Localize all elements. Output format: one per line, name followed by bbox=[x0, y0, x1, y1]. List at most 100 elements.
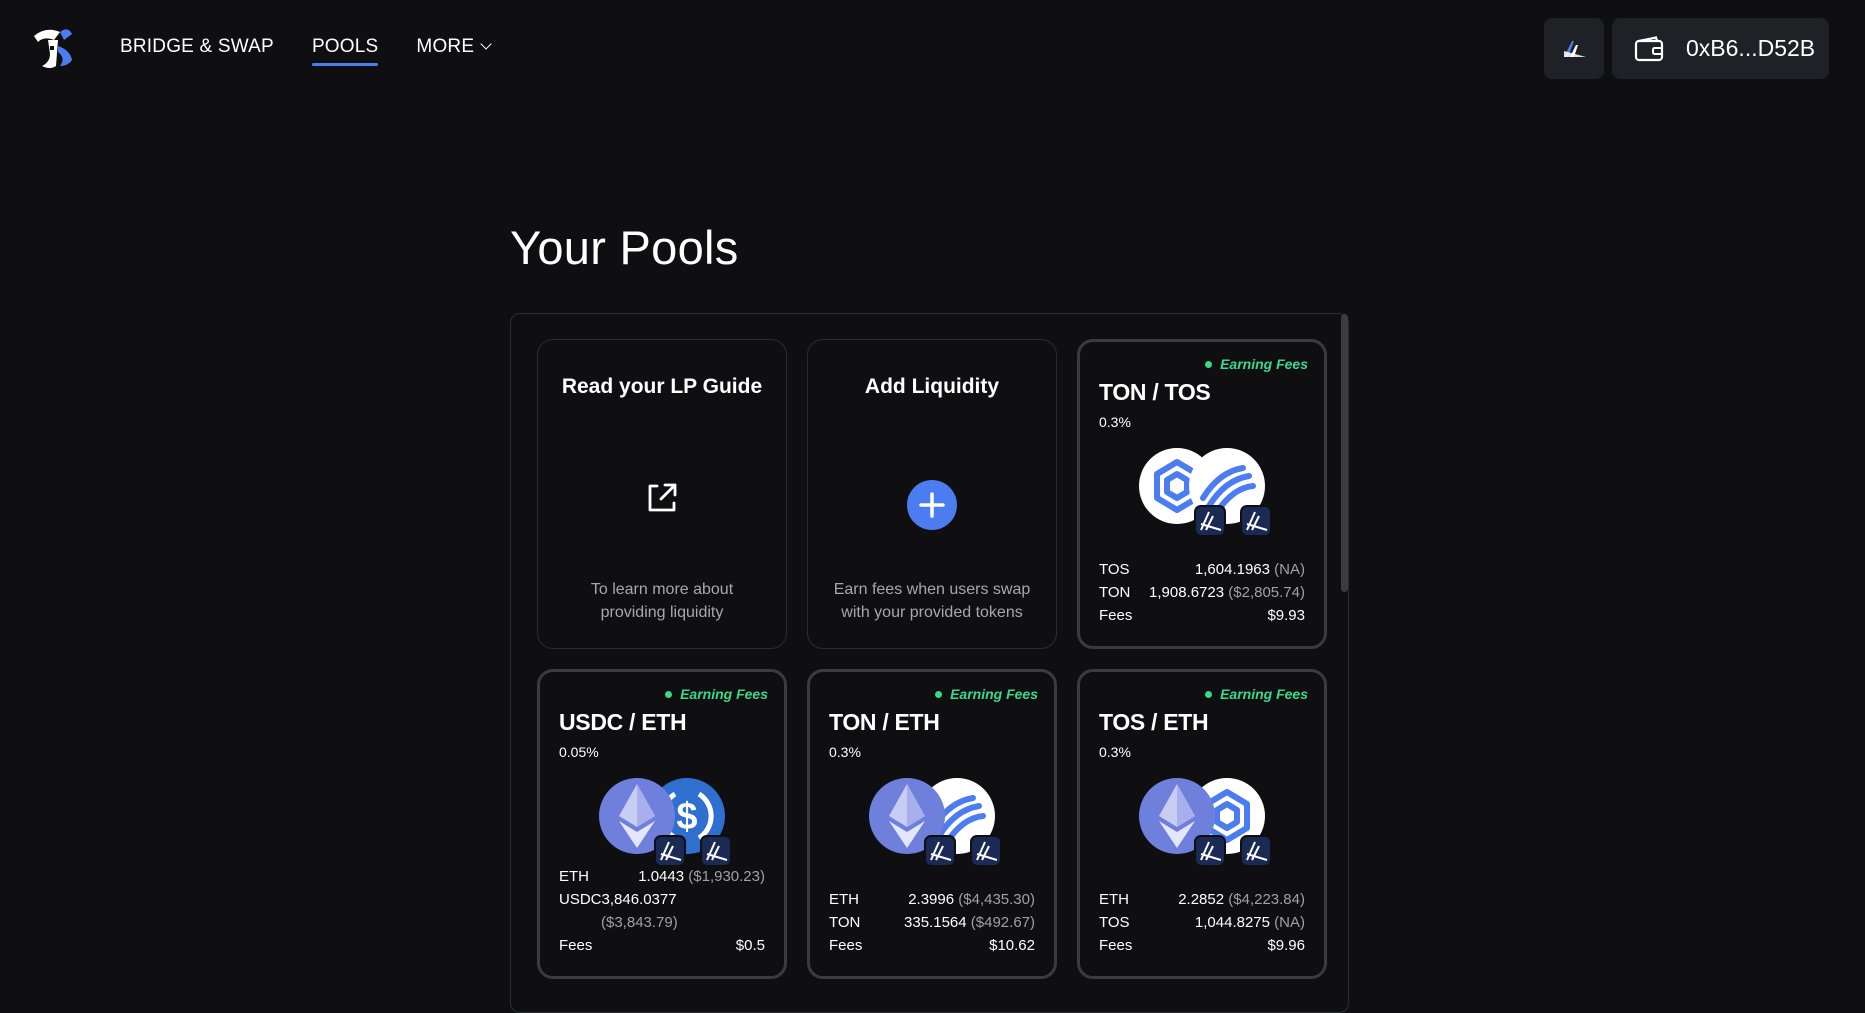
pool-fees-row: Fees $0.5 bbox=[559, 934, 765, 957]
token-usd-value: ($3,843.79) bbox=[601, 914, 678, 931]
wallet-icon bbox=[1634, 35, 1664, 61]
pool-token-row: TON 1,908.6723 ($2,805.74) bbox=[1099, 581, 1305, 604]
earning-fees-label: Earning Fees bbox=[1220, 686, 1308, 702]
pool-fee-tier: 0.05% bbox=[559, 744, 599, 760]
pool-card-ton-eth[interactable]: Earning Fees TON / ETH 0.3% ETH 2.3996 ($… bbox=[807, 669, 1057, 979]
wallet-address: 0xB6...D52B bbox=[1686, 35, 1816, 61]
token-usd-value: (NA) bbox=[1274, 561, 1305, 578]
pool-token-row: ETH 2.2852 ($4,223.84) bbox=[1099, 888, 1305, 911]
fees-label: Fees bbox=[1099, 937, 1133, 954]
nav-pools[interactable]: POOLS bbox=[311, 36, 379, 66]
wallet-button[interactable]: 0xB6...D52B bbox=[1612, 18, 1829, 79]
token-amount: 2.3996 bbox=[908, 891, 955, 908]
status-dot-icon bbox=[1205, 690, 1213, 698]
status-dot-icon bbox=[665, 690, 673, 698]
main-nav: BRIDGE & SWAP POOLS MORE bbox=[120, 36, 528, 66]
token-usd-value: ($2,805.74) bbox=[1228, 584, 1305, 601]
network-button[interactable] bbox=[1544, 18, 1604, 79]
pool-token-row: USDC 3,846.0377 bbox=[559, 888, 765, 911]
lp-guide-title: Read your LP Guide bbox=[561, 375, 763, 398]
pool-pair: USDC / ETH bbox=[559, 709, 687, 735]
pool-card-tos-eth[interactable]: Earning Fees TOS / ETH 0.3% ETH 2.2852 ($… bbox=[1077, 669, 1327, 979]
pool-token-row: TOS 1,044.8275 (NA) bbox=[1099, 911, 1305, 934]
pool-card-usdc-eth[interactable]: Earning Fees USDC / ETH 0.05% $ ETH 1.044… bbox=[537, 669, 787, 979]
lp-guide-desc: To learn more about providing liquidity bbox=[590, 581, 734, 621]
token-amount: 1,044.8275 bbox=[1194, 914, 1270, 931]
token-amount: 3,846.0377 bbox=[601, 891, 677, 908]
nav-more-label: MORE bbox=[416, 36, 475, 57]
earning-fees-label: Earning Fees bbox=[1220, 356, 1308, 372]
token-symbol: ETH bbox=[829, 891, 859, 908]
fees-label: Fees bbox=[559, 937, 593, 954]
pool-fees-row: Fees $9.96 bbox=[1099, 934, 1305, 957]
token-amount: 1,908.6723 bbox=[1149, 584, 1225, 601]
fees-label: Fees bbox=[829, 937, 863, 954]
status-dot-icon bbox=[935, 690, 943, 698]
tokamak-logo-icon[interactable] bbox=[28, 22, 78, 72]
network-icon bbox=[1564, 40, 1586, 57]
pool-token-row: ETH 1.0443 ($1,930.23) bbox=[559, 865, 765, 888]
network-badge-icon bbox=[1194, 505, 1226, 537]
pool-fees-row: Fees $10.62 bbox=[829, 934, 1035, 957]
pool-fees-row: Fees $9.93 bbox=[1099, 604, 1305, 627]
token-symbol: TON bbox=[1099, 584, 1131, 601]
add-liquidity-title: Add Liquidity bbox=[864, 375, 1000, 398]
pool-pair: TOS / ETH bbox=[1099, 709, 1209, 735]
fees-value: $9.96 bbox=[1267, 937, 1305, 954]
network-badge-icon bbox=[1194, 835, 1226, 867]
network-badge-icon bbox=[654, 835, 686, 867]
page-title: Your Pools bbox=[510, 221, 739, 274]
earning-fees-label: Earning Fees bbox=[950, 686, 1038, 702]
external-link-icon bbox=[648, 483, 677, 512]
pool-token-logos bbox=[1139, 448, 1272, 537]
token-symbol: TOS bbox=[1099, 914, 1130, 931]
add-liquidity-desc: Earn fees when users swap with your prov… bbox=[833, 581, 1031, 621]
token-symbol: ETH bbox=[559, 868, 589, 885]
pool-fee-tier: 0.3% bbox=[1099, 744, 1131, 760]
pool-token-logos: $ bbox=[599, 778, 732, 867]
earning-fees-label: Earning Fees bbox=[680, 686, 768, 702]
nav-bridge-swap[interactable]: BRIDGE & SWAP bbox=[120, 36, 274, 58]
fees-value: $0.5 bbox=[735, 937, 765, 954]
earning-fees-badge: Earning Fees bbox=[1205, 686, 1308, 702]
add-liquidity-card[interactable]: Add Liquidity Earn fees when users swap … bbox=[807, 339, 1057, 649]
lp-guide-card[interactable]: Read your LP Guide To learn more about p… bbox=[537, 339, 787, 649]
earning-fees-badge: Earning Fees bbox=[665, 686, 768, 702]
earning-fees-badge: Earning Fees bbox=[1205, 356, 1308, 372]
pool-card-ton-tos[interactable]: Earning Fees TON / TOS 0.3% TOS 1,604.196… bbox=[1077, 339, 1327, 649]
token-amount: 2.2852 bbox=[1178, 891, 1225, 908]
svg-text:$: $ bbox=[676, 796, 697, 838]
pool-pair: TON / ETH bbox=[829, 709, 940, 735]
token-symbol: TOS bbox=[1099, 561, 1130, 578]
fees-value: $9.93 bbox=[1267, 607, 1305, 624]
network-badge-icon bbox=[1240, 835, 1272, 867]
chevron-down-icon bbox=[480, 38, 492, 50]
nav-more[interactable]: MORE bbox=[416, 36, 492, 58]
plus-icon[interactable] bbox=[907, 480, 957, 530]
token-symbol: ETH bbox=[1099, 891, 1129, 908]
token-symbol: USDC bbox=[559, 891, 602, 908]
panel-scrollbar[interactable] bbox=[1341, 314, 1348, 592]
token-amount: 1,604.1963 bbox=[1194, 561, 1270, 578]
network-badge-icon bbox=[1240, 505, 1272, 537]
token-usd-value: ($4,435.30) bbox=[958, 891, 1035, 908]
token-amount: 335.1564 bbox=[904, 914, 967, 931]
pool-token-row: TON 335.1564 ($492.67) bbox=[829, 911, 1035, 934]
token-symbol: TON bbox=[829, 914, 861, 931]
fees-value: $10.62 bbox=[989, 937, 1035, 954]
pool-fee-tier: 0.3% bbox=[1099, 414, 1131, 430]
token-usd-value: (NA) bbox=[1274, 914, 1305, 931]
pool-token-logos bbox=[869, 778, 1002, 867]
network-badge-icon bbox=[924, 835, 956, 867]
pool-token-row-usd: ($3,843.79) bbox=[559, 911, 765, 934]
fees-label: Fees bbox=[1099, 607, 1133, 624]
token-usd-value: ($492.67) bbox=[970, 914, 1035, 931]
pool-token-row: TOS 1,604.1963 (NA) bbox=[1099, 558, 1305, 581]
token-amount: 1.0443 bbox=[638, 868, 685, 885]
network-badge-icon bbox=[700, 835, 732, 867]
token-usd-value: ($1,930.23) bbox=[688, 868, 765, 885]
pool-token-row: ETH 2.3996 ($4,435.30) bbox=[829, 888, 1035, 911]
earning-fees-badge: Earning Fees bbox=[935, 686, 1038, 702]
network-badge-icon bbox=[970, 835, 1002, 867]
pool-pair: TON / TOS bbox=[1099, 379, 1211, 405]
